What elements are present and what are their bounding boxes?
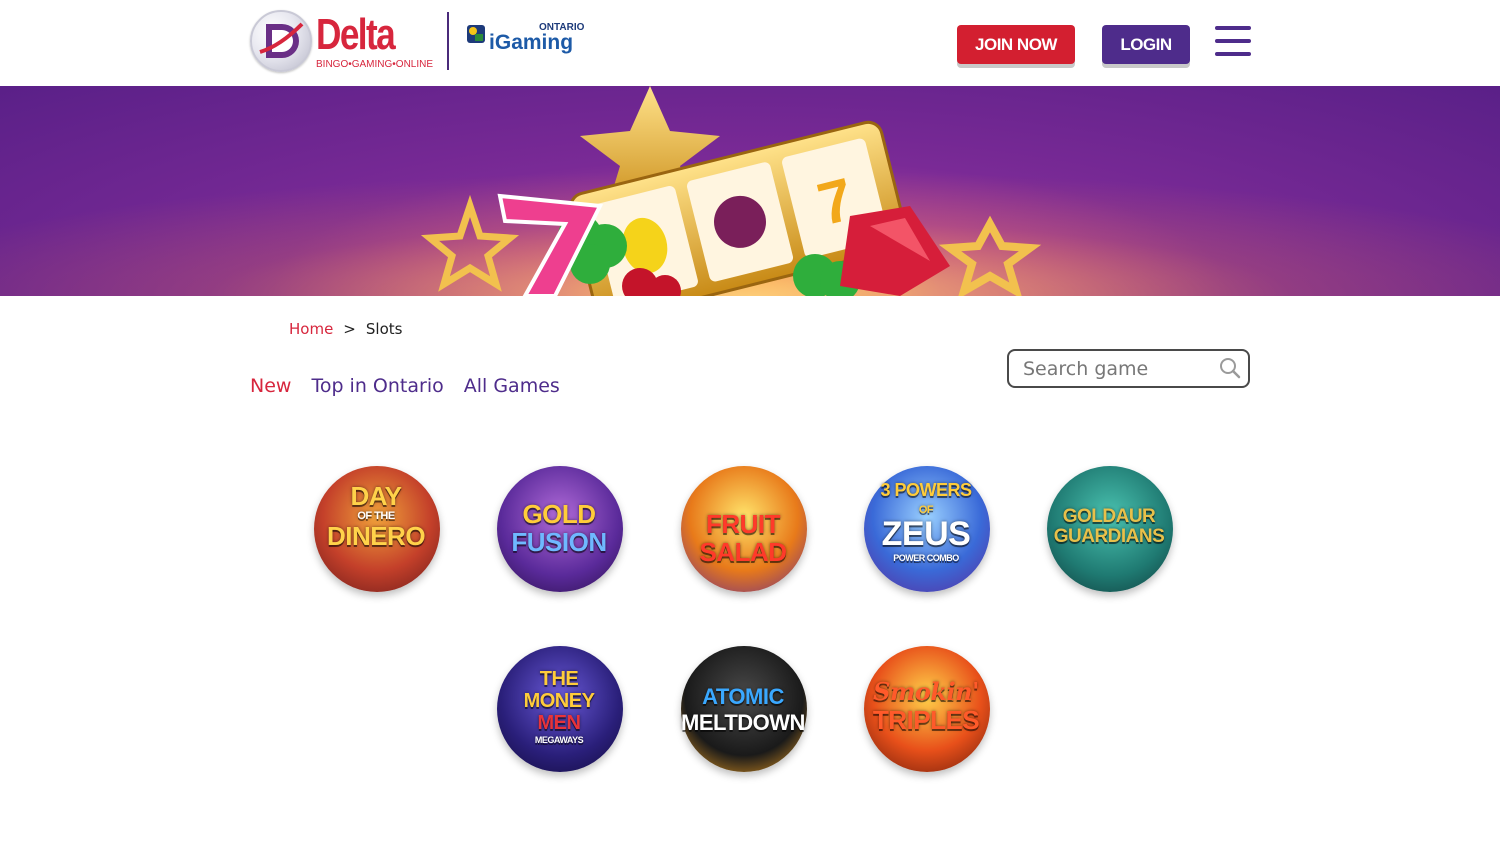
game-title: Smokin' TRIPLES <box>846 677 1006 735</box>
breadcrumb-current: Slots <box>365 320 403 338</box>
game-title-line: ATOMIC <box>702 684 784 709</box>
breadcrumb: Home > Slots <box>289 320 402 338</box>
menu-icon[interactable] <box>1215 26 1251 60</box>
game-title: DAY OF THE DINERO <box>296 482 456 550</box>
game-title-line: FUSION <box>511 527 607 557</box>
game-title-line: POWER COMBO <box>893 553 959 563</box>
slots-hero-banner: 7 <box>0 86 1500 296</box>
search-input[interactable] <box>1023 357 1213 381</box>
breadcrumb-separator: > <box>343 320 356 338</box>
game-title-line: GOLDAUR <box>1062 506 1156 527</box>
logo-word: Delta <box>316 9 396 59</box>
game-title-line: ZEUS <box>881 515 971 553</box>
game-tile-gold-fusion[interactable]: GOLD FUSION <box>479 452 639 612</box>
slot-machine-illustration: 7 <box>0 86 1500 296</box>
game-tile-day-of-the-dinero[interactable]: DAY OF THE DINERO <box>296 452 456 612</box>
tab-new[interactable]: New <box>250 375 291 397</box>
game-tile-smokin-triples[interactable]: Smokin' TRIPLES <box>846 632 1006 792</box>
game-title: GOLDAUR GUARDIANS <box>1029 507 1189 547</box>
game-title-line: FRUIT <box>705 509 781 539</box>
delta-wordmark: Delta BINGO•GAMING•ONLINE <box>316 9 434 70</box>
game-title: ATOMIC MELTDOWN <box>663 684 823 736</box>
logo-divider <box>447 12 450 70</box>
logo-subtitle: BINGO•GAMING•ONLINE <box>316 58 434 70</box>
game-title: FRUIT SALAD <box>663 510 823 566</box>
game-title: GOLD FUSION <box>479 500 639 556</box>
delta-logo-badge-icon <box>250 10 312 72</box>
game-tile-the-money-men-megaways[interactable]: THE MONEY MEN MEGAWAYS <box>479 632 639 792</box>
game-tile-atomic-meltdown[interactable]: ATOMIC MELTDOWN <box>663 632 823 792</box>
game-title: THE MONEY MEN MEGAWAYS <box>479 668 639 746</box>
join-now-button[interactable]: JOIN NOW <box>957 25 1075 64</box>
game-title-line: DINERO <box>326 521 426 551</box>
game-title-line: DAY <box>350 481 402 511</box>
game-title-line: 3 POWERS <box>880 480 972 500</box>
game-title-line: TRIPLES <box>872 705 980 735</box>
logo[interactable]: Delta BINGO•GAMING•ONLINE ONTARIO iGamin… <box>250 10 585 72</box>
game-title-line: MEGAWAYS <box>534 735 584 745</box>
tab-top-in-ontario[interactable]: Top in Ontario <box>311 375 443 397</box>
search-box <box>1007 349 1250 388</box>
breadcrumb-home-link[interactable]: Home <box>289 320 333 338</box>
igaming-ontario-logo: ONTARIO iGaming <box>465 21 585 61</box>
igaming-word: iGaming <box>489 31 574 54</box>
game-title-line: THE <box>539 668 579 690</box>
game-title-line: GUARDIANS <box>1053 526 1165 547</box>
game-filter-tabs: New Top in Ontario All Games <box>250 375 560 397</box>
game-title-line: MONEY <box>523 690 595 712</box>
game-title-line: GOLD <box>522 499 596 529</box>
site-header: Delta BINGO•GAMING•ONLINE ONTARIO iGamin… <box>0 0 1500 86</box>
game-title-line: MEN <box>537 712 581 734</box>
game-title: 3 POWERS OF ZEUS POWER COMBO <box>846 476 1006 564</box>
game-tile-fruit-salad[interactable]: FRUIT SALAD <box>663 452 823 612</box>
game-title-line: MELTDOWN <box>681 710 805 735</box>
game-tile-goldaur-guardians[interactable]: GOLDAUR GUARDIANS <box>1029 452 1189 612</box>
game-tile-3-powers-of-zeus[interactable]: 3 POWERS OF ZEUS POWER COMBO <box>846 452 1006 612</box>
menu-bar <box>1215 52 1251 56</box>
search-icon[interactable] <box>1219 357 1241 379</box>
menu-bar <box>1215 39 1251 43</box>
login-button[interactable]: LOGIN <box>1102 25 1190 64</box>
game-title-line: SALAD <box>699 537 787 567</box>
game-title-line: Smokin' <box>873 677 979 706</box>
menu-bar <box>1215 26 1251 30</box>
tab-all-games[interactable]: All Games <box>464 375 560 397</box>
ontario-flag-icon <box>467 25 486 43</box>
